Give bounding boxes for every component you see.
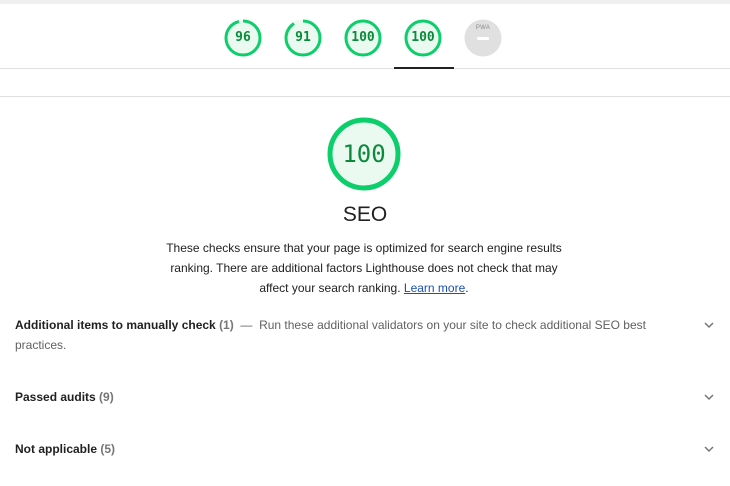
gauge-score: 100	[411, 30, 435, 45]
pwa-dash-icon	[477, 37, 489, 40]
score-gauge-nav: 96 91 100 100 PWA	[0, 4, 730, 69]
gauge-score: 91	[295, 30, 311, 45]
group-passed-audits[interactable]: Passed audits (9)	[15, 387, 715, 407]
group-title: Additional items to manually check	[15, 318, 216, 332]
gauge-score: 96	[235, 30, 251, 45]
gauge-pwa[interactable]: PWA	[464, 19, 502, 57]
group-title: Passed audits	[15, 390, 96, 404]
group-separator: —	[240, 318, 253, 332]
gauge-best-practices[interactable]: 100	[344, 19, 382, 57]
category-score-gauge: 100	[327, 117, 401, 191]
active-tab-indicator	[394, 67, 454, 69]
gauge-accessibility[interactable]: 91	[284, 19, 322, 57]
group-count: (9)	[99, 390, 114, 404]
category-title: SEO	[342, 203, 388, 226]
group-count: (1)	[219, 318, 234, 332]
pwa-label: PWA	[475, 25, 491, 31]
gauge-performance[interactable]: 96	[224, 19, 262, 57]
learn-more-link[interactable]: Learn more	[404, 281, 465, 295]
group-title: Not applicable	[15, 442, 98, 456]
group-header: Additional items to manually check (1) —…	[15, 315, 675, 355]
group-count: (5)	[100, 442, 116, 456]
divider	[0, 96, 730, 97]
group-not-applicable[interactable]: Not applicable (5)	[15, 439, 715, 459]
chevron-down-icon	[704, 446, 714, 453]
gauge-seo[interactable]: 100	[404, 19, 442, 57]
category-description-text: These checks ensure that your page is op…	[166, 241, 562, 295]
category-description: These checks ensure that your page is op…	[166, 241, 562, 295]
chevron-down-icon	[704, 322, 714, 329]
gauge-score: 100	[351, 30, 375, 45]
chevron-down-icon	[704, 394, 714, 401]
group-manual-checks[interactable]: Additional items to manually check (1) —…	[15, 315, 715, 355]
category-score: 100	[342, 140, 386, 168]
